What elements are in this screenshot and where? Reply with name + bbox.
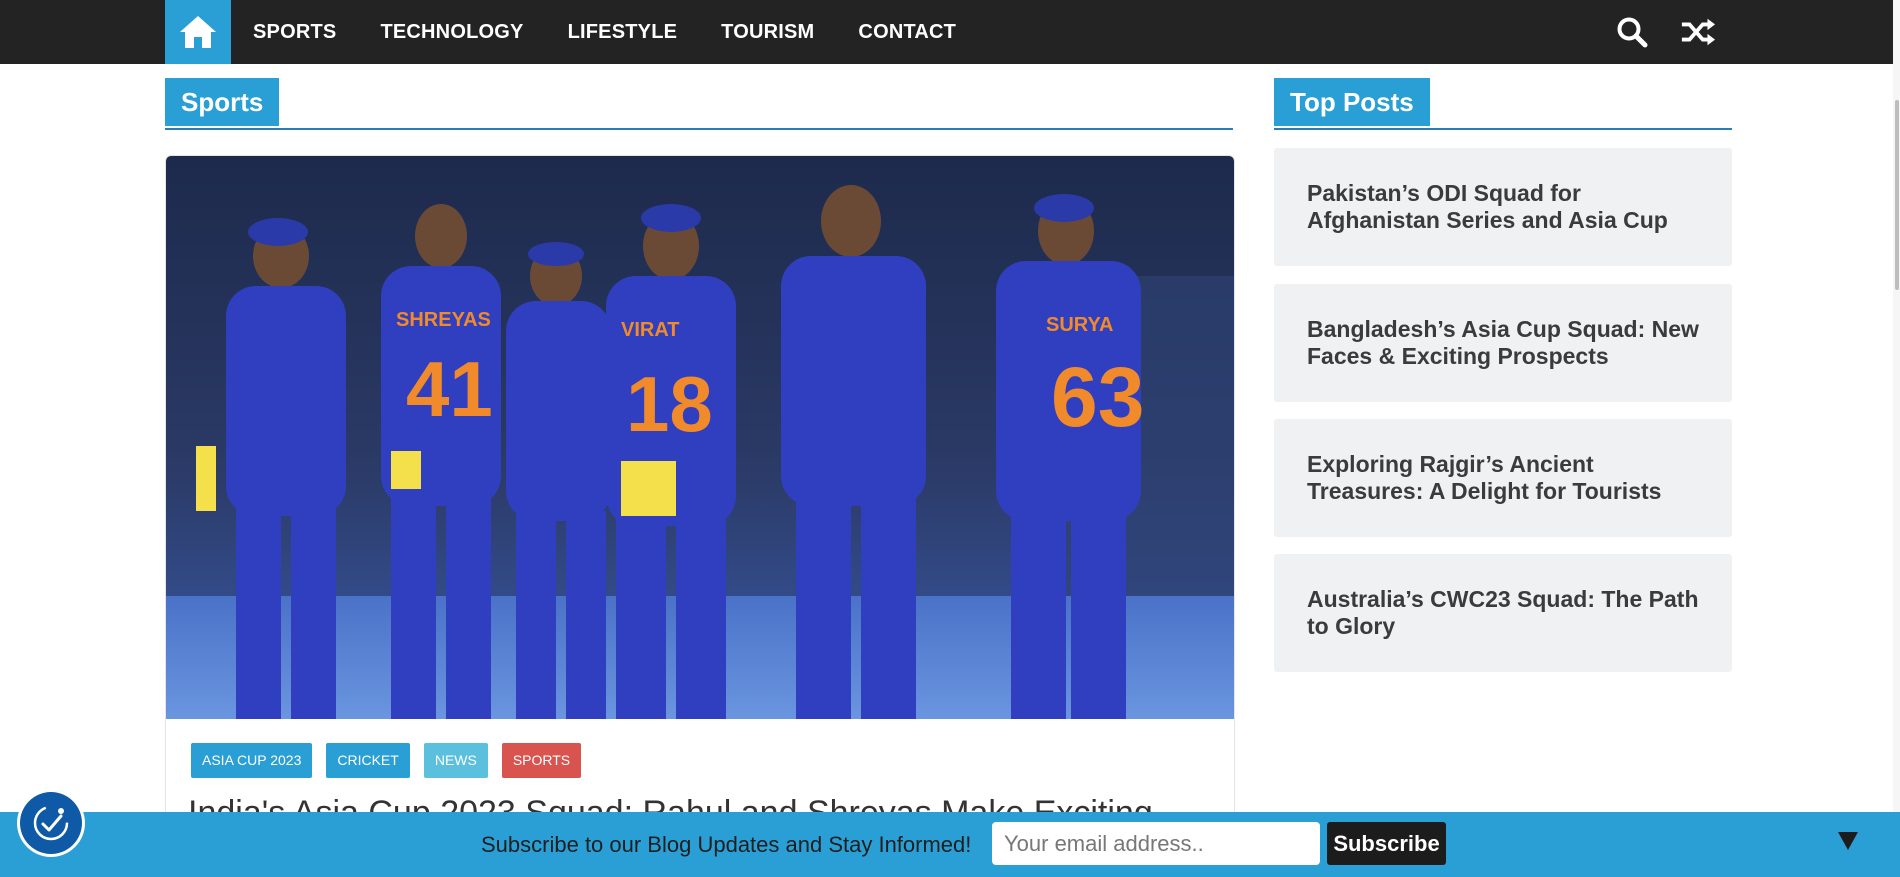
section-header: Sports (165, 78, 1233, 130)
top-post-item[interactable]: Pakistan’s ODI Squad for Afghanistan Ser… (1274, 148, 1732, 266)
home-icon (180, 16, 216, 48)
top-post-title[interactable]: Australia’s CWC23 Squad: The Path to Glo… (1307, 554, 1707, 672)
top-post-title[interactable]: Bangladesh’s Asia Cup Squad: New Faces &… (1307, 284, 1707, 402)
nav-item-technology[interactable]: TECHNOLOGY (358, 21, 545, 44)
accessibility-icon (33, 805, 69, 841)
section-title: Sports (165, 78, 280, 126)
home-button[interactable] (165, 0, 231, 64)
nav-item-tourism[interactable]: TOURISM (699, 21, 836, 44)
search-icon (1617, 17, 1648, 48)
nav-item-sports[interactable]: SPORTS (231, 21, 358, 44)
random-post-button[interactable] (1680, 14, 1716, 50)
shuffle-icon (1681, 18, 1716, 46)
svg-text:SHREYAS: SHREYAS (396, 309, 491, 331)
scrollbar-thumb[interactable] (1895, 100, 1899, 290)
accessibility-button[interactable] (20, 792, 82, 854)
top-post-item[interactable]: Exploring Rajgir’s Ancient Treasures: A … (1274, 419, 1732, 537)
top-post-title[interactable]: Pakistan’s ODI Squad for Afghanistan Ser… (1307, 148, 1707, 266)
subscribe-button[interactable]: Subscribe (1327, 822, 1446, 865)
svg-text:18: 18 (626, 360, 713, 448)
top-post-item[interactable]: Bangladesh’s Asia Cup Squad: New Faces &… (1274, 284, 1732, 402)
top-post-item[interactable]: Australia’s CWC23 Squad: The Path to Glo… (1274, 554, 1732, 672)
svg-text:41: 41 (406, 345, 493, 433)
top-post-title[interactable]: Exploring Rajgir’s Ancient Treasures: A … (1307, 419, 1707, 537)
svg-text:SURYA: SURYA (1046, 314, 1113, 336)
tag-cricket[interactable]: CRICKET (326, 743, 410, 778)
featured-article-card[interactable]: 41 18 63 SHREYAS VIRAT SURYA ASIA CUP 20… (165, 155, 1235, 857)
sidebar-header: Top Posts (1274, 78, 1732, 130)
email-field[interactable] (992, 822, 1320, 865)
top-navigation: SPORTS TECHNOLOGY LIFESTYLE TOURISM CONT… (0, 0, 1900, 64)
sidebar-title: Top Posts (1274, 78, 1430, 126)
tag-sports[interactable]: SPORTS (501, 743, 582, 778)
tag-asia-cup-2023[interactable]: ASIA CUP 2023 (191, 743, 313, 778)
svg-text:63: 63 (1051, 350, 1144, 444)
nav-menu: SPORTS TECHNOLOGY LIFESTYLE TOURISM CONT… (231, 0, 978, 64)
svg-text:VIRAT: VIRAT (621, 319, 680, 341)
nav-item-lifestyle[interactable]: LIFESTYLE (546, 21, 700, 44)
nav-item-contact[interactable]: CONTACT (836, 21, 978, 44)
subscribe-message: Subscribe to our Blog Updates and Stay I… (481, 832, 972, 857)
article-featured-image[interactable]: 41 18 63 SHREYAS VIRAT SURYA (166, 156, 1234, 719)
tag-news[interactable]: NEWS (423, 743, 488, 778)
collapse-bar-button[interactable] (1836, 828, 1860, 852)
search-button[interactable] (1614, 14, 1650, 50)
article-tags: ASIA CUP 2023 CRICKET NEWS SPORTS (191, 743, 582, 778)
subscribe-bar: Subscribe to our Blog Updates and Stay I… (0, 812, 1900, 877)
triangle-down-icon (1838, 832, 1858, 850)
